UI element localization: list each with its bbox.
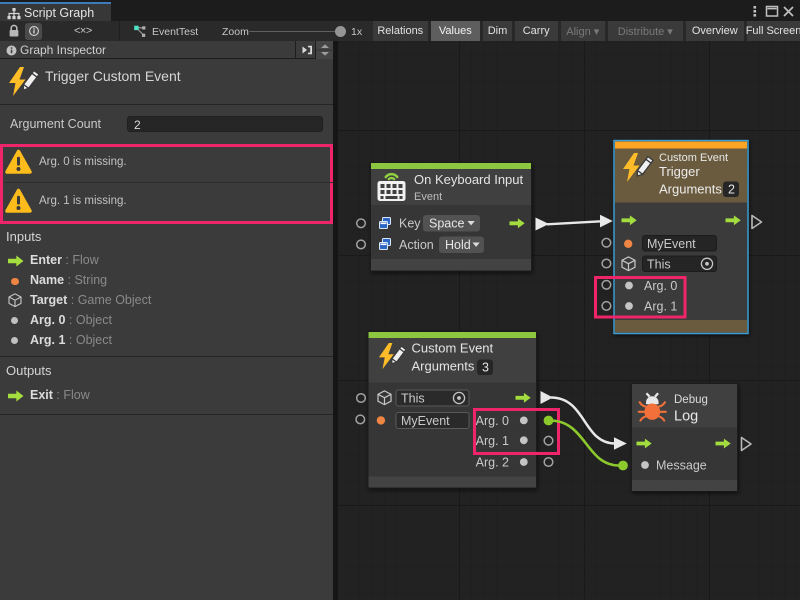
svg-text:Key: Key bbox=[399, 217, 421, 231]
svg-text:This: This bbox=[647, 257, 671, 271]
svg-text:Log: Log bbox=[674, 409, 698, 425]
svg-text:Arg. 1: Arg. 1 bbox=[476, 434, 509, 448]
svg-text:Message: Message bbox=[656, 459, 707, 473]
svg-text:Custom Event: Custom Event bbox=[659, 152, 728, 164]
svg-text:Arg. 0: Arg. 0 bbox=[476, 414, 509, 428]
svg-text:Hold: Hold bbox=[445, 238, 471, 252]
svg-text:Arguments: Arguments bbox=[659, 182, 722, 197]
svg-text:Arg. 0: Arg. 0 bbox=[644, 279, 677, 293]
svg-text:On Keyboard Input: On Keyboard Input bbox=[414, 172, 524, 187]
svg-text:Custom Event: Custom Event bbox=[412, 341, 494, 356]
svg-text:Arg. 2: Arg. 2 bbox=[476, 456, 509, 470]
svg-text:Action: Action bbox=[399, 238, 434, 252]
svg-text:3: 3 bbox=[482, 361, 489, 375]
svg-text:Trigger: Trigger bbox=[659, 164, 700, 179]
svg-text:Arguments: Arguments bbox=[412, 359, 475, 374]
svg-text:MyEvent: MyEvent bbox=[401, 414, 450, 428]
svg-text:MyEvent: MyEvent bbox=[647, 237, 696, 251]
svg-text:Arg. 1: Arg. 1 bbox=[644, 300, 677, 314]
svg-text:Space: Space bbox=[429, 217, 464, 231]
svg-text:Debug: Debug bbox=[674, 394, 708, 406]
svg-text:This: This bbox=[401, 392, 425, 406]
svg-text:Event: Event bbox=[414, 191, 442, 203]
svg-text:2: 2 bbox=[728, 183, 735, 197]
